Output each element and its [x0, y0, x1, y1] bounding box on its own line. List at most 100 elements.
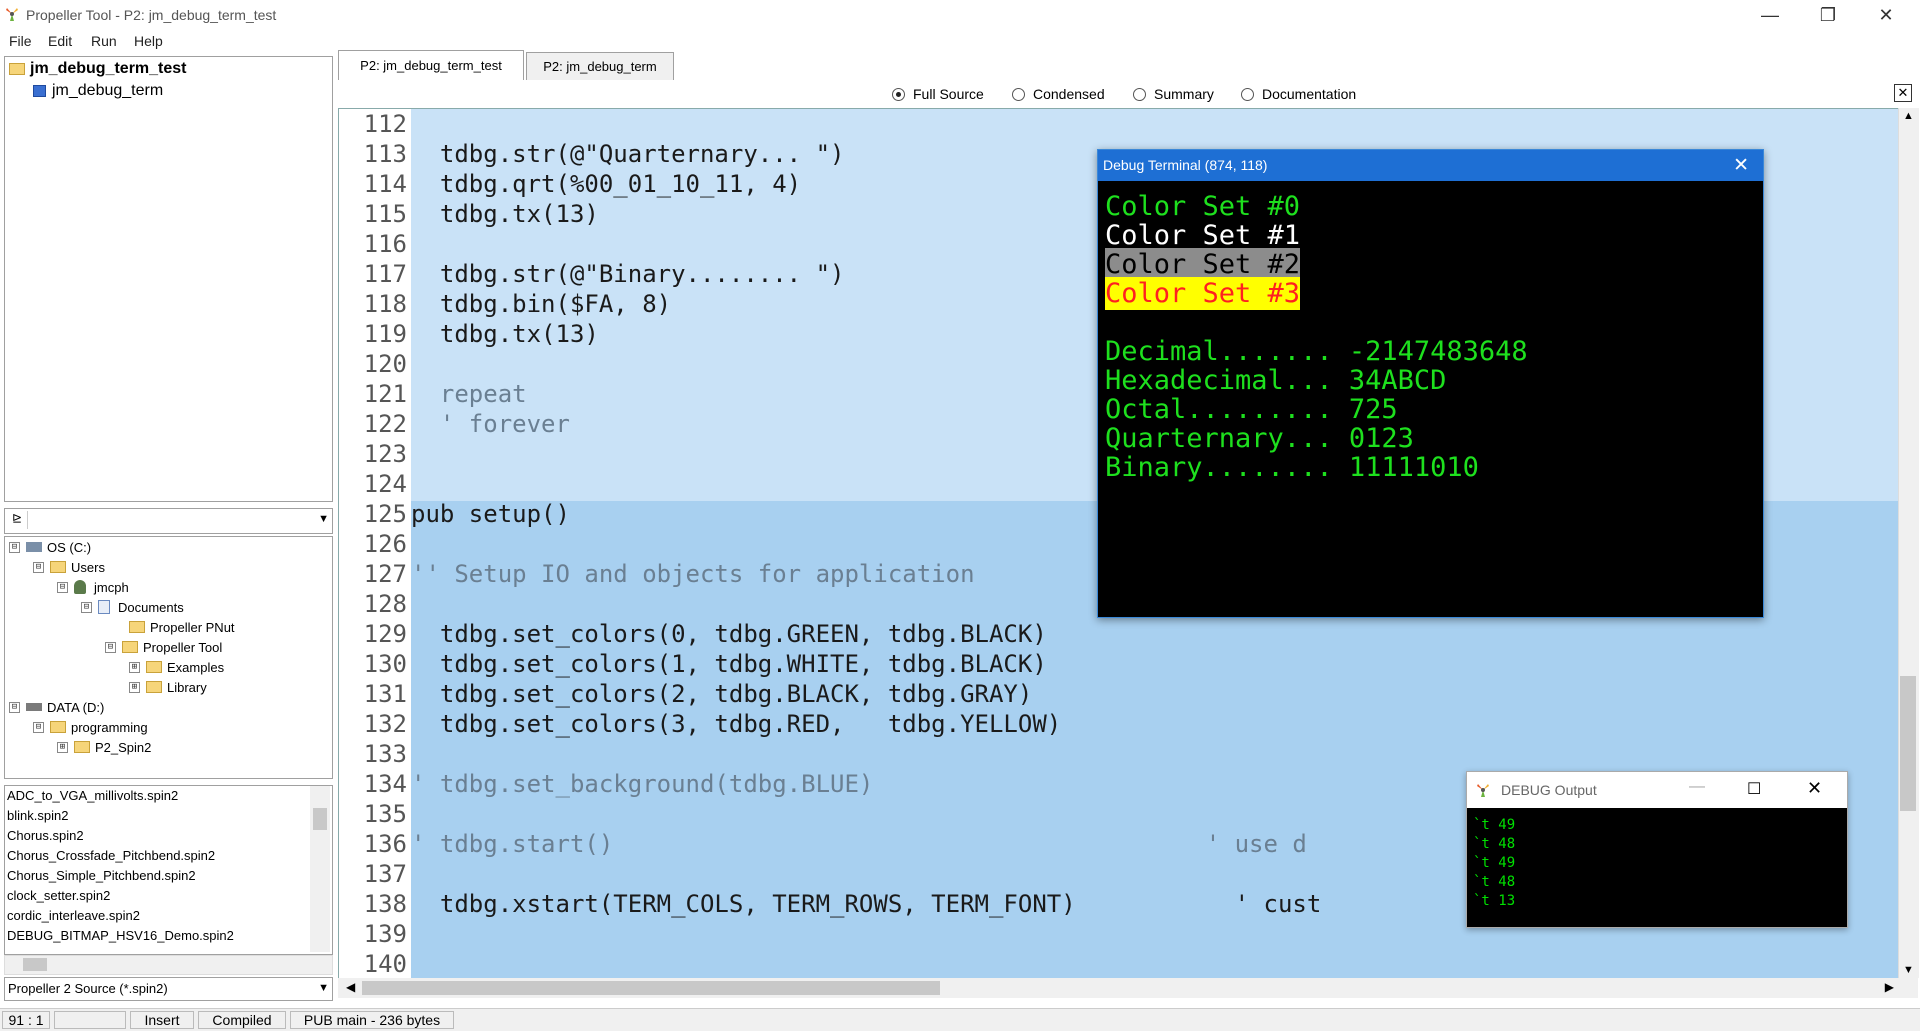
close-button[interactable]: ✕ [1858, 0, 1914, 30]
collapse-icon[interactable]: ⊟ [105, 641, 116, 653]
file-list-scroll-thumb[interactable] [313, 808, 327, 830]
list-item[interactable]: Chorus.spin2 [7, 828, 84, 843]
expand-icon[interactable]: ⊞ [129, 661, 140, 673]
menu-edit[interactable]: Edit [48, 33, 72, 49]
editor-hscroll-thumb[interactable] [362, 981, 940, 995]
radio-dot [1012, 87, 1025, 101]
file-list-scrollbar[interactable] [310, 786, 330, 952]
debug-terminal-window[interactable]: Debug Terminal (874, 118) ✕ Color Set #0… [1097, 149, 1764, 618]
scroll-left-icon[interactable]: ◀ [346, 980, 355, 994]
debug-output-line: `t 48 [1473, 836, 1516, 852]
expand-icon[interactable]: ⊞ [57, 741, 68, 753]
debug-output-window[interactable]: DEBUG Output — ☐ ✕ `t 49 `t 48 `t 49 `t 48 `… [1466, 771, 1848, 928]
dir-label: Propeller PNut [150, 619, 235, 635]
list-item[interactable]: Chorus_Simple_Pitchbend.spin2 [7, 868, 196, 883]
dir-label: Documents [118, 599, 184, 615]
scroll-down-icon[interactable]: ▼ [1903, 964, 1914, 976]
editor-vscroll-thumb[interactable] [1900, 676, 1916, 811]
line-number: 134 [363, 770, 407, 798]
line-number: 116 [363, 230, 407, 258]
insert-mode: Insert [130, 1011, 194, 1029]
line-number: 114 [363, 170, 407, 198]
file-filter-combo[interactable]: Propeller 2 Source (*.spin2) ▼ [4, 977, 333, 1001]
radio-condensed[interactable]: Condensed [1012, 86, 1105, 102]
debug-output-line: `t 48 [1473, 874, 1516, 890]
code-line: tdbg.qrt(%00_01_10_11, 4) [411, 170, 802, 198]
collapse-icon[interactable]: ⊟ [57, 581, 68, 593]
line-number: 127 [363, 560, 407, 588]
propeller-app-icon [1477, 784, 1489, 797]
collapse-icon[interactable]: ⊟ [9, 701, 20, 713]
scroll-up-icon[interactable]: ▲ [1903, 110, 1914, 122]
line-number: 121 [363, 380, 407, 408]
tab-jm-debug-term-test[interactable]: P2: jm_debug_term_test [338, 50, 524, 80]
maximize-icon[interactable]: ☐ [1747, 779, 1761, 799]
dir-item[interactable]: ⊟ programming [33, 717, 148, 737]
maximize-button[interactable]: ❐ [1800, 0, 1856, 30]
expand-icon[interactable]: ⊞ [129, 681, 140, 693]
close-tab-icon[interactable]: ✕ [1894, 84, 1912, 102]
dir-item[interactable]: ⊟ Documents [81, 597, 184, 617]
dir-item[interactable]: ⊞ Library [129, 677, 207, 697]
line-number: 133 [363, 740, 407, 768]
code-line: tdbg.tx(13) [411, 320, 599, 348]
debug-output-titlebar[interactable]: DEBUG Output — ☐ ✕ [1467, 772, 1847, 808]
scroll-right-icon[interactable]: ▶ [1885, 980, 1894, 994]
list-item[interactable]: blink.spin2 [7, 808, 68, 823]
dir-label: OS (C:) [47, 539, 92, 555]
close-icon[interactable]: ✕ [1807, 778, 1822, 799]
dir-item[interactable]: ⊟ OS (C:) [9, 537, 91, 557]
close-icon[interactable]: ✕ [1733, 154, 1749, 177]
list-item[interactable]: clock_setter.spin2 [7, 888, 110, 903]
drive-icon [26, 703, 42, 711]
radio-full-source[interactable]: Full Source [892, 86, 984, 102]
minimize-button[interactable]: — [1742, 0, 1798, 30]
code-line: ' tdbg.set_background(tdbg.BLUE) [411, 770, 874, 798]
directory-tree: ⊟ OS (C:) ⊟ Users ⊟ jmcph ⊟ Documents Propel… [4, 536, 333, 779]
project-child-item[interactable]: jm_debug_term [33, 81, 163, 101]
list-item[interactable]: Chorus_Crossfade_Pitchbend.spin2 [7, 848, 215, 863]
collapse-icon[interactable]: ⊟ [81, 601, 92, 613]
line-number: 120 [363, 350, 407, 378]
project-root-item[interactable]: jm_debug_term_test [9, 59, 187, 79]
tab-jm-debug-term[interactable]: P2: jm_debug_term [526, 52, 674, 80]
line-number: 136 [363, 830, 407, 858]
collapse-icon[interactable]: ⊟ [33, 721, 44, 733]
line-number: 135 [363, 800, 407, 828]
line-number: 112 [363, 110, 407, 138]
dir-item[interactable]: ⊞ P2_Spin2 [57, 737, 151, 757]
collapse-icon[interactable]: ⊟ [9, 541, 20, 553]
chevron-down-icon[interactable]: ▼ [318, 982, 329, 994]
dir-item[interactable]: ⊟ Propeller Tool [105, 637, 222, 657]
list-item[interactable]: cordic_interleave.spin2 [7, 908, 140, 923]
code-line: tdbg.set_colors(1, tdbg.WHITE, tdbg.BLAC… [411, 650, 1047, 678]
dir-item[interactable]: ⊟ jmcph [57, 577, 129, 597]
file-list-hscroll-thumb[interactable] [23, 958, 47, 971]
dir-item[interactable]: ⊞ Examples [129, 657, 224, 677]
menu-file[interactable]: File [9, 33, 32, 49]
chevron-down-icon[interactable]: ▼ [318, 513, 329, 525]
folder-combo[interactable]: ⊵ ▼ [4, 508, 333, 534]
menu-help[interactable]: Help [134, 33, 163, 49]
file-list-hscrollbar[interactable] [4, 955, 333, 975]
list-item[interactable]: DEBUG_BITMAP_HSV16_Demo.spin2 [7, 928, 234, 943]
radio-summary[interactable]: Summary [1133, 86, 1214, 102]
folder-icon [122, 641, 138, 653]
dir-item[interactable]: Propeller PNut [129, 617, 235, 637]
dir-item[interactable]: ⊟ DATA (D:) [9, 697, 104, 717]
minimize-icon[interactable]: — [1689, 778, 1705, 796]
debug-terminal-titlebar[interactable]: Debug Terminal (874, 118) ✕ [1098, 150, 1763, 181]
code-line: tdbg.set_colors(0, tdbg.GREEN, tdbg.BLAC… [411, 620, 1047, 648]
editor-vscrollbar[interactable]: ▲ ▼ [1898, 108, 1919, 978]
project-tree: jm_debug_term_test jm_debug_term [4, 56, 333, 502]
radio-dot [1241, 87, 1254, 101]
list-item[interactable]: ADC_to_VGA_millivolts.spin2 [7, 788, 178, 803]
dir-item[interactable]: ⊟ Users [33, 557, 105, 577]
dir-label: Library [167, 679, 207, 695]
code-line: tdbg.set_colors(2, tdbg.BLACK, tdbg.GRAY… [411, 680, 1033, 708]
menu-run[interactable]: Run [91, 33, 117, 49]
line-number: 130 [363, 650, 407, 678]
collapse-icon[interactable]: ⊟ [33, 561, 44, 573]
debug-output-title: DEBUG Output [1501, 782, 1597, 798]
radio-documentation[interactable]: Documentation [1241, 86, 1356, 102]
